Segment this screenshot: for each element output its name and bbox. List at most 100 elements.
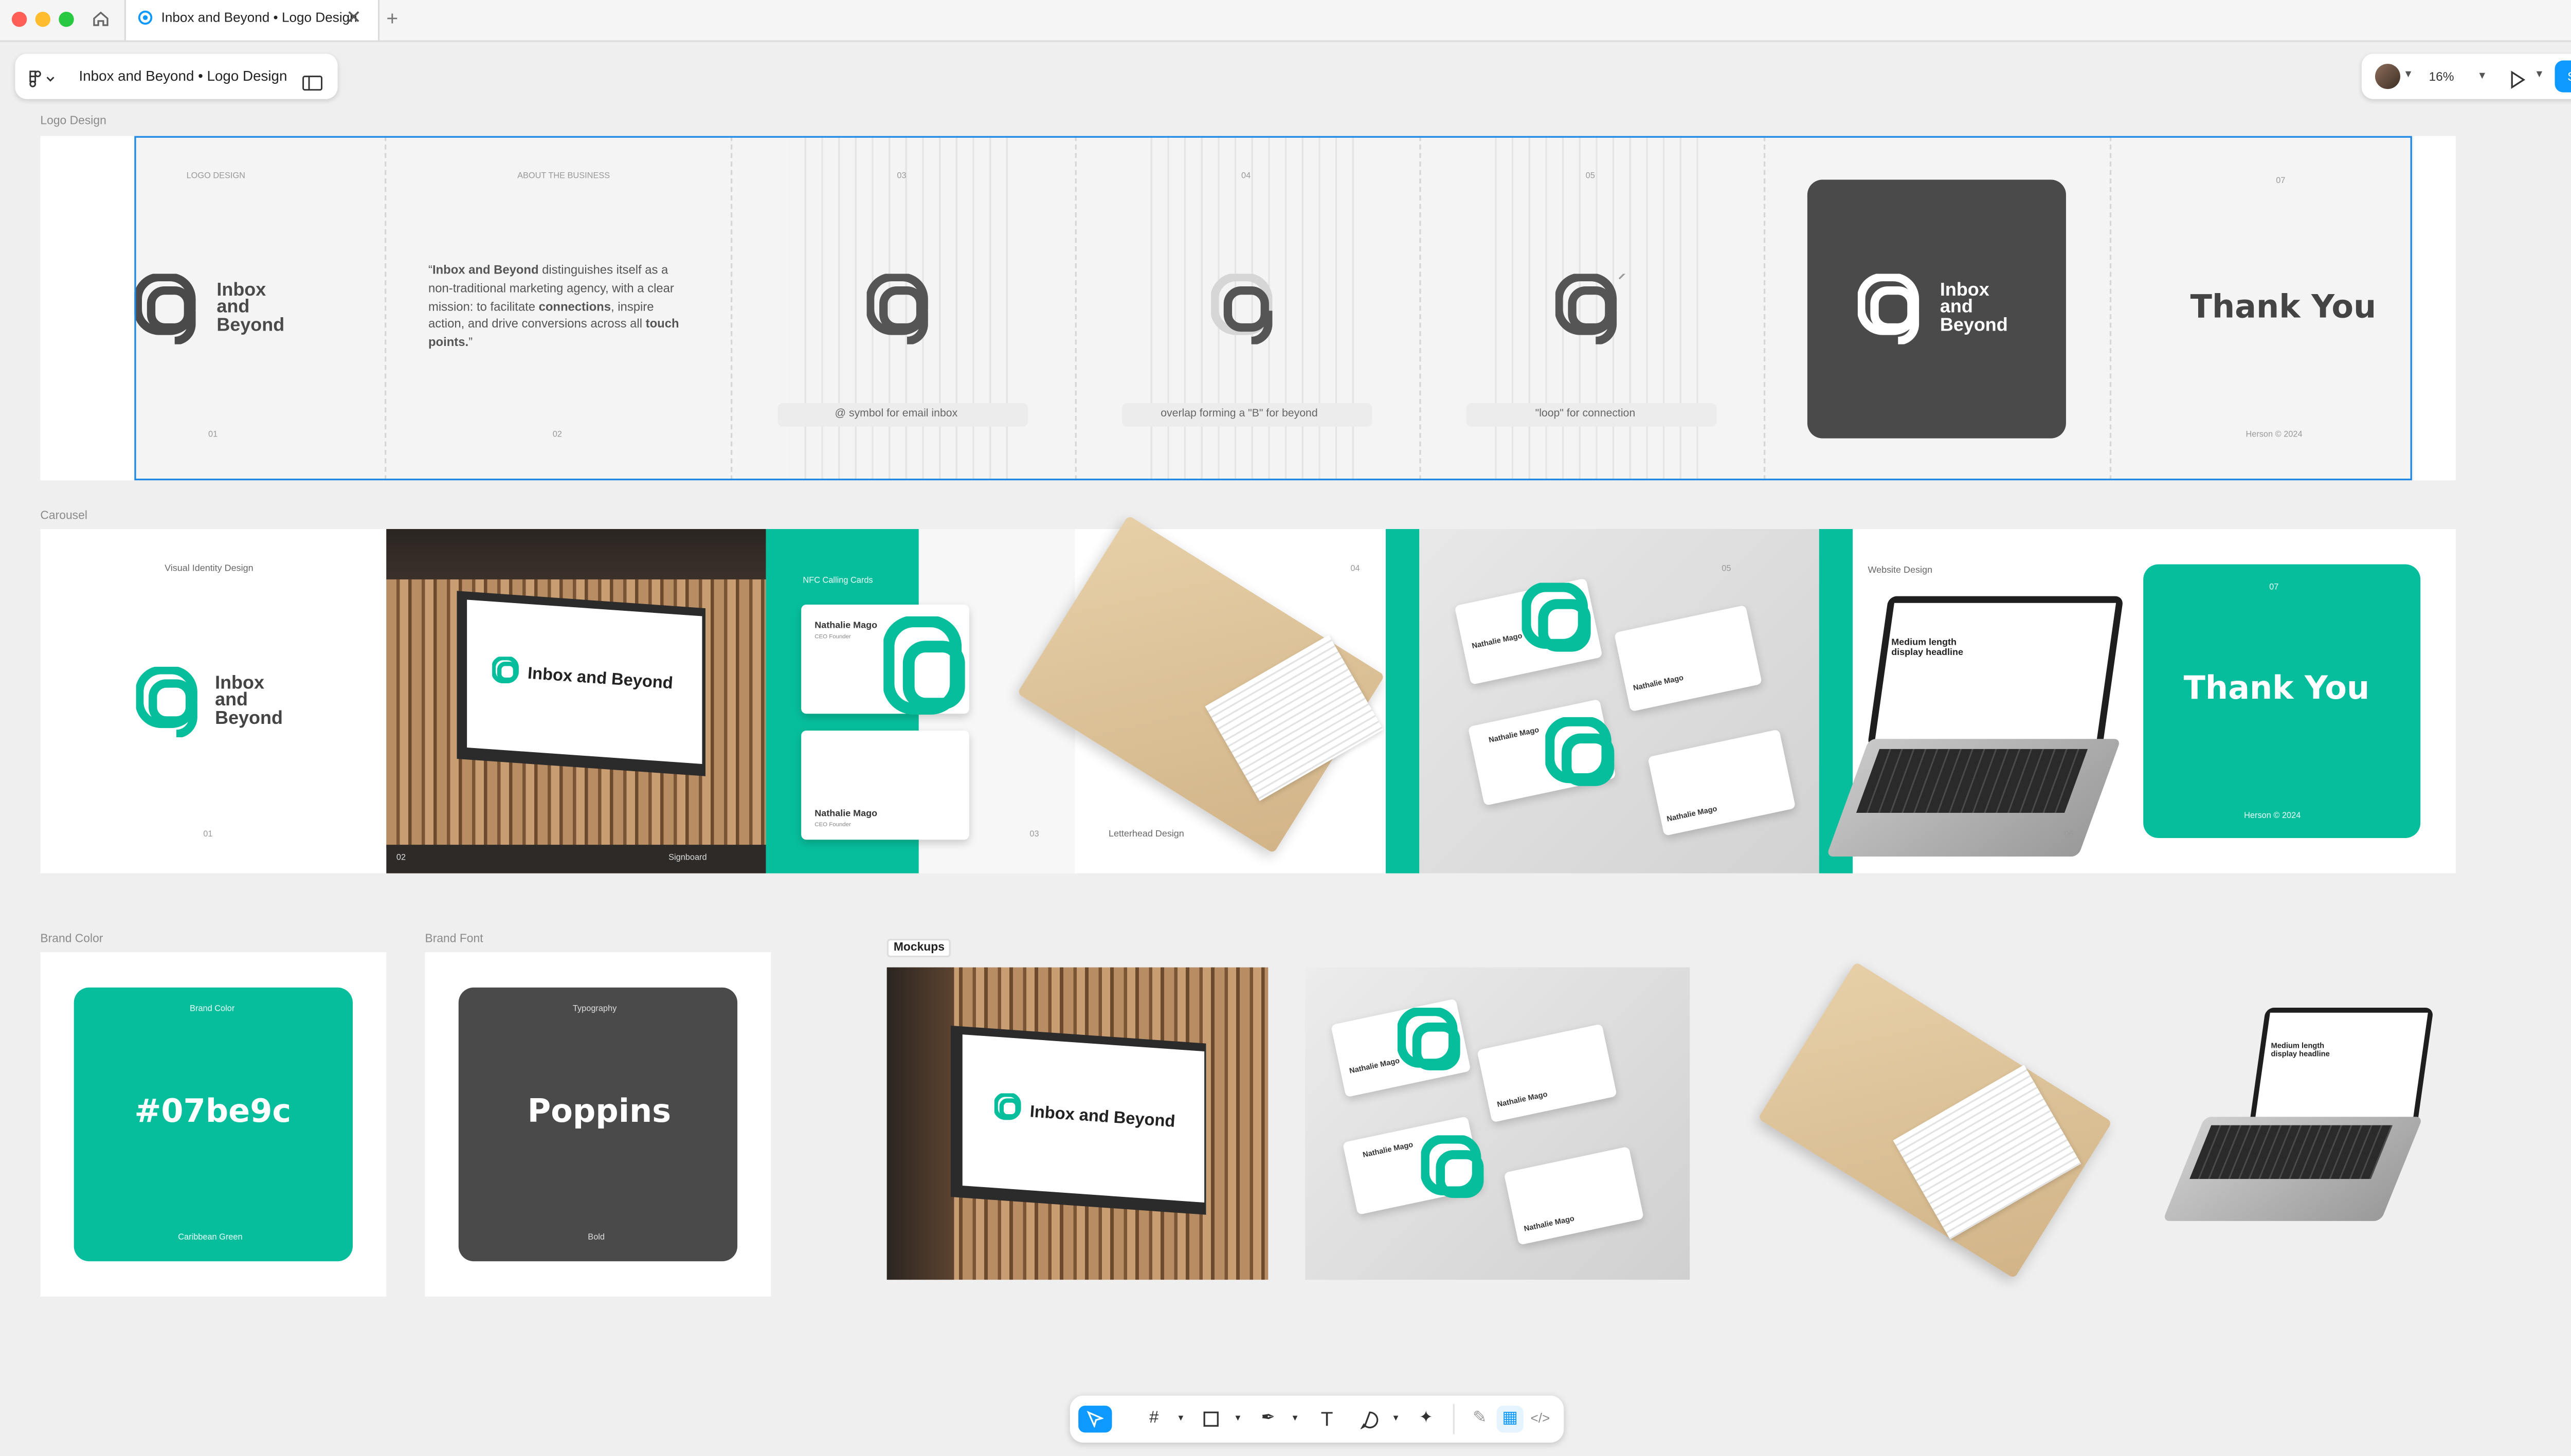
signboard-ceiling [386,529,766,579]
frame-number: 01 [208,430,218,440]
brand-wordmark: Inbox and Beyond [216,280,285,336]
frame-number: 03 [897,171,907,181]
frame-label: NFC Calling Cards [803,576,873,587]
teal-strip [1385,529,1420,873]
caption: "loop" for connection [1535,408,1636,420]
card-logo-mark [882,615,971,725]
chevron-down-icon[interactable]: ▾ [1224,1406,1251,1432]
logo-mark-overlap [1210,272,1281,353]
typography-font-name: Poppins [527,1093,672,1131]
about-text-bold: connections [538,298,611,314]
footer-credit: Herson © 2024 [2246,430,2303,440]
wordmark-line: Beyond [1940,315,2008,336]
headline-line: display headline [1891,648,1963,659]
frame-number: 02 [552,430,562,440]
file-menu-bar: Inbox and Beyond • Logo Design [15,53,338,99]
brand-logo-mark-white [1857,272,1928,353]
toggle-sidebar-icon[interactable] [302,69,323,99]
tab-logo-design[interactable]: Inbox and Beyond • Logo Design ✕ [124,0,380,41]
laptop-screen [2255,1012,2428,1120]
rectangle-tool-icon[interactable] [1198,1406,1224,1432]
close-tab-icon[interactable]: ✕ [346,7,361,28]
card-name: Nathalie Mago [814,809,878,820]
comment-tool-icon[interactable] [1355,1406,1382,1432]
card-logo-mark [1521,582,1596,665]
chevron-down-icon[interactable]: ▾ [1281,1406,1308,1432]
tab-title: Inbox and Beyond • Logo Design [161,10,357,25]
frame-tool-icon[interactable]: # [1140,1406,1167,1432]
wordmark-line: and [1940,298,1973,318]
figma-file-icon [138,10,153,25]
design-mode-icon[interactable]: ▦ [1496,1406,1524,1433]
present-play-icon[interactable] [2509,67,2526,98]
frame-number: 03 [1029,829,1039,840]
wordmark-line: and [215,691,248,712]
chevron-down-icon[interactable]: ▾ [1167,1406,1194,1432]
zoom-control[interactable]: 16% ▾ [2424,61,2496,93]
divider [385,136,387,481]
section-label-logo-design[interactable]: Logo Design [40,116,106,128]
card-logo-mark [1397,1007,1465,1083]
laptop-screen [1875,603,2116,741]
text-tool-icon[interactable]: T [1313,1406,1340,1432]
website-headline: Medium length display headline [2271,1041,2329,1058]
frame-number: 01 [203,829,213,840]
card-logo-mark [1544,716,1619,799]
maximize-window-button[interactable] [59,11,74,27]
new-tab-icon[interactable]: + [386,7,398,30]
frame-number: 04 [1241,171,1251,181]
section-label-brand-font[interactable]: Brand Font [425,934,483,945]
laptop-keyboard [2189,1125,2393,1179]
frame-gutter [40,136,135,481]
signboard-logo-icon [993,1093,1025,1132]
header-controls: ▾ 16% ▾ ▾ Share [2361,53,2571,99]
avatar[interactable] [2375,64,2400,89]
chevron-down-icon[interactable]: ▾ [2405,67,2411,81]
section-label-brand-color[interactable]: Brand Color [40,934,103,945]
brand-logo-mark [133,272,205,353]
move-tool-icon[interactable] [1078,1406,1112,1433]
ai-actions-icon[interactable]: ✦ [1413,1406,1439,1432]
chevron-down-icon: ▾ [2479,70,2485,83]
headline-line: Medium length [1891,638,1957,648]
section-label-mockups[interactable]: Mockups [886,939,952,957]
footer-credit: Herson © 2024 [2244,811,2301,822]
chevron-down-icon[interactable]: ▾ [2537,67,2542,81]
wordmark-line: Inbox [216,280,266,301]
share-button[interactable]: Share [2555,60,2571,93]
bottom-toolbar: # ▾ ▾ ✒ ▾ T ▾ ✦ ✎ ▦ </> [1070,1395,1564,1443]
frame-label: LOGO DESIGN [186,171,245,181]
thank-you-heading: Thank You [2183,670,2370,707]
wordmark-line: and [216,298,250,318]
figma-menu-icon[interactable] [29,67,56,98]
frame-number: 02 [396,853,406,864]
toolbar-divider [1453,1404,1455,1434]
mockup-business-cards[interactable] [1305,967,1690,1280]
draw-mode-icon[interactable]: ✎ [1466,1406,1493,1432]
chevron-down-icon[interactable]: ▾ [1382,1406,1409,1432]
thank-you-heading: Thank You [2190,288,2377,326]
signboard-logo-icon [491,656,522,695]
typography-weight: Bold [588,1232,605,1243]
zoom-value: 16% [2429,68,2454,84]
divider [2109,136,2112,481]
frame-gutter [2414,136,2456,481]
frame-label: ABOUT THE BUSINESS [517,171,610,181]
browser-tab-bar: Inbox and Beyond • Logo Design ✕ + ··· [0,0,2571,42]
close-window-button[interactable] [11,11,27,27]
frame-number: 04 [1350,564,1360,575]
frame-number: 07 [2269,583,2279,593]
brand-wordmark: Inbox and Beyond [215,673,283,729]
section-label-carousel[interactable]: Carousel [40,511,87,522]
wordmark-line: Inbox [215,673,264,694]
frame-number: 05 [1585,171,1595,181]
file-title[interactable]: Inbox and Beyond • Logo Design [79,67,287,84]
frame-label: Letterhead Design [1108,829,1184,840]
pen-tool-icon[interactable]: ✒ [1255,1406,1281,1432]
minimize-window-button[interactable] [35,11,50,27]
home-icon[interactable] [90,8,111,33]
mockup-shadow [886,967,954,1280]
dev-mode-icon[interactable]: </> [1527,1406,1553,1432]
divider [1075,136,1077,481]
wordmark-line: Beyond [216,315,285,336]
